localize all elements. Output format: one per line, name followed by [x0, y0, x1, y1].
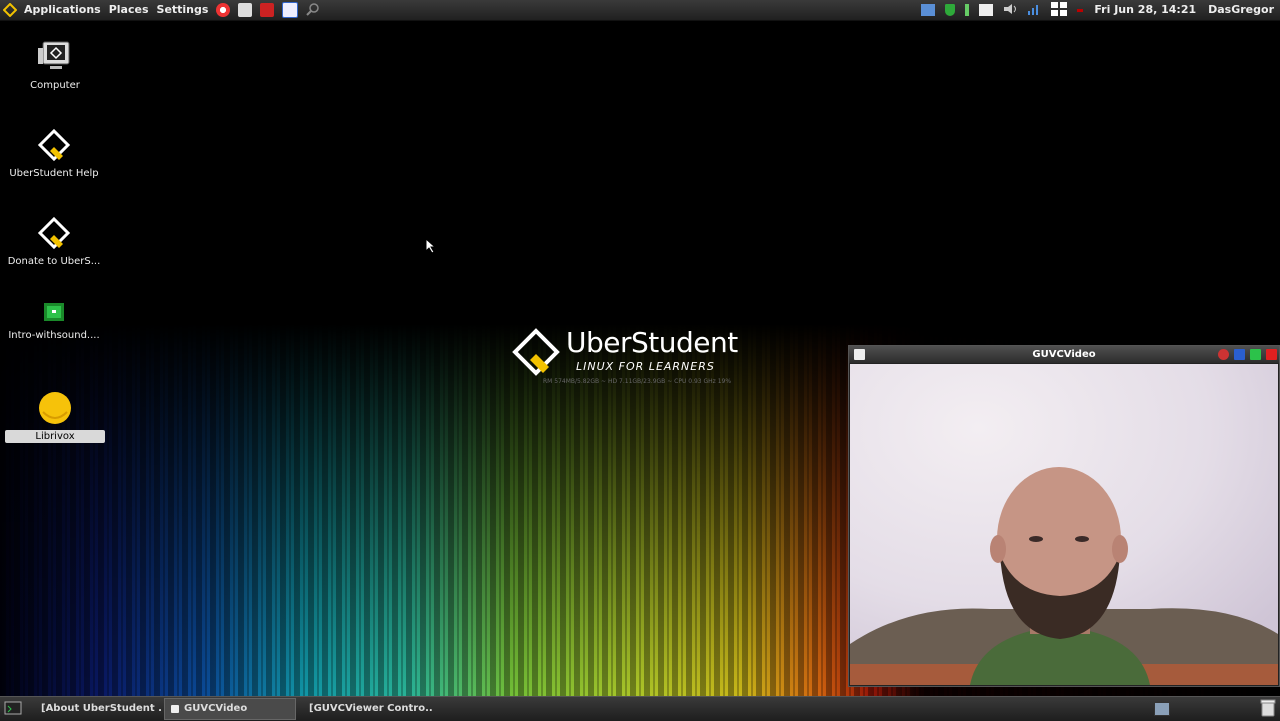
desktop-icon-label: Donate to UberS... [7, 256, 101, 267]
desktop-icon-librivox[interactable]: Librivox [5, 390, 105, 443]
window-keep-above-icon[interactable] [1218, 349, 1229, 360]
places-menu[interactable]: Places [105, 0, 153, 20]
system-tray: Fri Jun 28, 14:21 DasGregor [916, 0, 1280, 20]
webcam-video-feed [850, 364, 1278, 685]
trash-icon[interactable] [1260, 699, 1276, 720]
applications-menu-icon[interactable] [2, 2, 18, 18]
uberstudent-logo-icon [512, 328, 560, 376]
taskbar-item-label: [About UberStudent ... [41, 703, 162, 714]
desktop-icon-label: Computer [30, 80, 80, 91]
taskbar-item-guvcviewer-controls[interactable]: [GUVCViewer Contro... [298, 699, 432, 719]
taskbar-item-guvcvideo[interactable]: GUVCVideo [164, 698, 296, 720]
workspace-switcher-icon[interactable] [1051, 1, 1068, 19]
librivox-icon [37, 390, 73, 426]
uberstudent-donate-icon [36, 216, 72, 252]
window-title: GUVCVideo [1032, 349, 1096, 360]
logo-title: UberStudent [566, 326, 738, 359]
desktop-icon-intro-video[interactable]: Intro-withsound.... [4, 300, 104, 341]
user-menu[interactable]: DasGregor [1202, 0, 1280, 20]
guvcvideo-titlebar[interactable]: GUVCVideo [849, 346, 1279, 363]
system-monitor-readout: RM 574MB/5.82GB ~ HD 7.11GB/23.9GB ~ CPU… [543, 378, 732, 385]
mail-icon[interactable] [979, 4, 994, 16]
top-panel: Applications Places Settings Fri Jun 28,… [0, 0, 1280, 21]
power-indicator-icon[interactable] [1077, 8, 1084, 12]
clock[interactable]: Fri Jun 28, 14:21 [1088, 0, 1202, 20]
network-manager-icon[interactable] [921, 4, 936, 16]
desktop-icon-uberstudent-help[interactable]: UberStudent Help [4, 128, 104, 179]
window-menu-icon[interactable] [854, 349, 865, 360]
video-file-icon [36, 300, 72, 326]
window-icon [171, 705, 179, 713]
writer-launcher-icon[interactable] [282, 2, 299, 18]
uberstudent-help-icon [36, 128, 72, 164]
minimize-icon[interactable] [1234, 349, 1245, 360]
bottom-taskbar: [About UberStudent ... GUVCVideo [GUVCVi… [0, 696, 1280, 721]
browser-launcher-icon[interactable] [216, 3, 231, 17]
taskbar-item-label: GUVCVideo [184, 703, 248, 714]
logo-tagline: LINUX FOR LEARNERS [576, 360, 715, 373]
document-launcher-icon[interactable] [238, 3, 253, 17]
signal-strength-icon[interactable] [1027, 3, 1041, 18]
battery-icon[interactable] [965, 4, 970, 16]
workspace-pager[interactable] [1154, 702, 1170, 716]
guvcvideo-window[interactable]: GUVCVideo [848, 345, 1280, 687]
settings-menu[interactable]: Settings [153, 0, 213, 20]
taskbar-item-about-uberstudent[interactable]: [About UberStudent ... [30, 699, 162, 719]
computer-icon [37, 40, 73, 76]
maximize-icon[interactable] [1250, 349, 1261, 360]
applications-menu[interactable]: Applications [20, 0, 105, 20]
shield-icon[interactable] [945, 4, 956, 16]
mouse-cursor-icon [425, 238, 437, 254]
search-icon[interactable] [306, 2, 320, 19]
uberstudent-logo: UberStudent LINUX FOR LEARNERS [512, 326, 772, 396]
close-icon[interactable] [1266, 349, 1277, 360]
taskbar-item-label: [GUVCViewer Contro... [309, 703, 432, 714]
volume-icon[interactable] [1003, 3, 1017, 18]
desktop-icon-donate[interactable]: Donate to UberS... [4, 216, 104, 267]
desktop-icon-label: UberStudent Help [9, 168, 99, 179]
zotero-launcher-icon[interactable] [260, 3, 275, 17]
desktop-icon-label: Librivox [5, 430, 105, 443]
show-desktop-icon[interactable] [4, 701, 22, 718]
desktop-icon-label: Intro-withsound.... [8, 330, 100, 341]
desktop-icon-computer[interactable]: Computer [5, 40, 105, 91]
